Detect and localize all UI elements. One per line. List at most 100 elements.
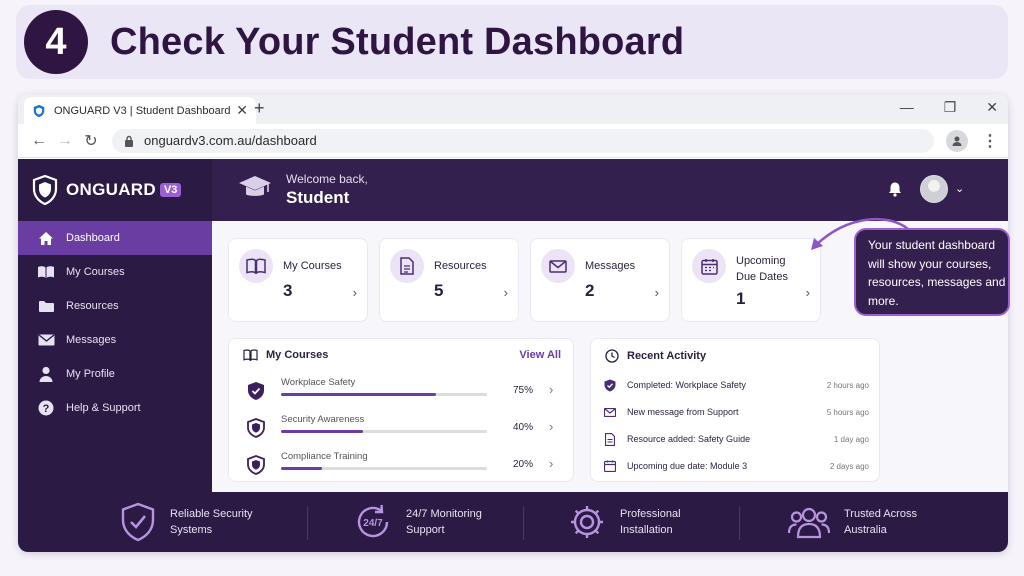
feature-line2: Systems <box>170 524 213 536</box>
clock-icon <box>605 349 619 363</box>
new-tab-icon[interactable]: + <box>254 98 265 119</box>
feature-line2: Australia <box>844 524 887 536</box>
view-all-link[interactable]: View All <box>519 349 561 361</box>
course-row[interactable]: Workplace Safety 75% › <box>247 377 567 413</box>
activity-text: Resource added: Safety Guide <box>627 434 751 444</box>
book-icon <box>36 263 56 281</box>
chevron-right-icon: › <box>549 456 554 471</box>
logo-text: ONGUARD <box>66 180 156 199</box>
document-icon <box>603 432 617 446</box>
stat-card-upcoming-due-dates[interactable]: Upcoming Due Dates 1 › <box>681 238 821 322</box>
feature-line1: Professional <box>620 508 681 520</box>
divider <box>523 506 524 540</box>
activity-item[interactable]: New message from Support 5 hours ago <box>603 402 869 422</box>
stat-card-my-courses[interactable]: My Courses 3 › <box>228 238 368 322</box>
url-field[interactable]: onguardv3.com.au/dashboard <box>112 128 934 153</box>
svg-text:?: ? <box>43 403 50 415</box>
sidebar-item-label: My Courses <box>66 266 125 278</box>
browser-profile-icon[interactable] <box>946 129 968 152</box>
divider <box>307 506 308 540</box>
tab-close-icon[interactable]: ✕ <box>236 102 248 119</box>
logo: ONGUARD V3 <box>18 159 212 221</box>
callout-tooltip: Your student dashboard will show your co… <box>854 228 1010 316</box>
stat-card-resources[interactable]: Resources 5 › <box>379 238 519 322</box>
feature-line1: Trusted Across <box>844 508 917 520</box>
mail-icon <box>36 331 56 349</box>
chevron-right-icon: › <box>352 285 357 300</box>
close-window-icon[interactable]: ✕ <box>986 99 998 116</box>
feature-item: Reliable Security Systems <box>120 492 253 552</box>
minimize-icon[interactable]: — <box>900 99 914 116</box>
restore-icon[interactable]: ❐ <box>944 99 957 116</box>
sidebar-item-messages[interactable]: Messages <box>18 323 212 357</box>
progress-track <box>281 467 487 470</box>
chevron-right-icon: › <box>805 285 810 300</box>
stat-value: 3 <box>283 281 293 300</box>
users-icon <box>788 505 830 539</box>
browser-menu-icon[interactable]: ⋮ <box>982 131 998 151</box>
chevron-right-icon: › <box>549 419 554 434</box>
banner-title: Check Your Student Dashboard <box>110 20 685 63</box>
activity-time: 2 days ago <box>829 461 869 471</box>
browser-window: ONGUARD V3 | Student Dashboard ✕ + — ❐ ✕… <box>18 94 1008 552</box>
panel-title: My Courses <box>266 349 329 361</box>
shield-check-icon <box>248 382 264 400</box>
sidebar-item-my-profile[interactable]: My Profile <box>18 357 212 391</box>
user-name: Student <box>286 188 350 207</box>
feature-item: Trusted Across Australia <box>788 492 917 552</box>
sidebar-item-resources[interactable]: Resources <box>18 289 212 323</box>
chevron-down-icon[interactable]: ⌄ <box>955 182 964 195</box>
course-name: Compliance Training <box>281 451 368 462</box>
notification-bell-icon[interactable] <box>888 181 902 202</box>
dashboard-app: ONGUARD V3 Dashboard My Courses Resource… <box>18 159 1008 492</box>
clock-247-text: 24/7 <box>363 518 383 529</box>
my-courses-panel: My Courses View All Workplace Safety 75%… <box>228 338 574 482</box>
course-percent: 20% <box>513 459 534 470</box>
shield-outline-icon <box>247 455 265 475</box>
course-percent: 40% <box>513 422 534 433</box>
stat-value: 1 <box>736 289 746 308</box>
feature-line1: Reliable Security <box>170 508 253 520</box>
sidebar-item-my-courses[interactable]: My Courses <box>18 255 212 289</box>
feature-item: 24/7 24/7 Monitoring Support <box>354 492 482 552</box>
stat-value: 5 <box>434 281 444 300</box>
activity-item[interactable]: Completed: Workplace Safety 2 hours ago <box>603 375 869 395</box>
sidebar-item-help-support[interactable]: ? Help & Support <box>18 391 212 425</box>
mail-icon <box>603 405 617 419</box>
chevron-right-icon: › <box>503 285 508 300</box>
progress-fill <box>281 467 323 470</box>
course-row[interactable]: Compliance Training 20% › <box>247 451 567 487</box>
tab-bar: ONGUARD V3 | Student Dashboard ✕ + — ❐ ✕ <box>18 94 1008 124</box>
avatar[interactable] <box>920 175 948 203</box>
sidebar-item-label: Resources <box>66 300 119 312</box>
forward-icon[interactable]: → <box>52 132 78 150</box>
reload-icon[interactable]: ↻ <box>78 131 104 151</box>
chevron-right-icon: › <box>654 285 659 300</box>
step-number: 4 <box>24 10 88 74</box>
course-row[interactable]: Security Awareness 40% › <box>247 414 567 450</box>
activity-text: Completed: Workplace Safety <box>627 380 746 390</box>
feature-line2: Installation <box>620 524 673 536</box>
shield-outline-icon <box>247 418 265 438</box>
address-bar: ← → ↻ onguardv3.com.au/dashboard ⋮ <box>18 124 1008 158</box>
welcome-text: Welcome back, <box>286 172 368 186</box>
activity-time: 1 day ago <box>833 434 869 444</box>
stat-card-messages[interactable]: Messages 2 › <box>530 238 670 322</box>
book-outline-icon <box>243 349 258 361</box>
back-icon[interactable]: ← <box>26 132 52 150</box>
activity-time: 5 hours ago <box>826 407 869 417</box>
sidebar-item-dashboard[interactable]: Dashboard <box>18 221 212 255</box>
feature-line2: Support <box>406 524 445 536</box>
browser-tab[interactable]: ONGUARD V3 | Student Dashboard ✕ <box>24 97 256 124</box>
activity-item[interactable]: Upcoming due date: Module 3 2 days ago <box>603 456 869 476</box>
lock-icon <box>124 135 134 147</box>
graduation-cap-icon <box>238 174 272 207</box>
sidebar-item-label: My Profile <box>66 368 115 380</box>
stat-label: My Courses <box>283 260 342 272</box>
calendar-icon <box>603 459 617 473</box>
shield-favicon-icon <box>33 104 45 117</box>
activity-item[interactable]: Resource added: Safety Guide 1 day ago <box>603 429 869 449</box>
sidebar: ONGUARD V3 Dashboard My Courses Resource… <box>18 159 212 492</box>
mail-icon <box>541 249 575 283</box>
shield-logo-icon <box>32 175 58 205</box>
